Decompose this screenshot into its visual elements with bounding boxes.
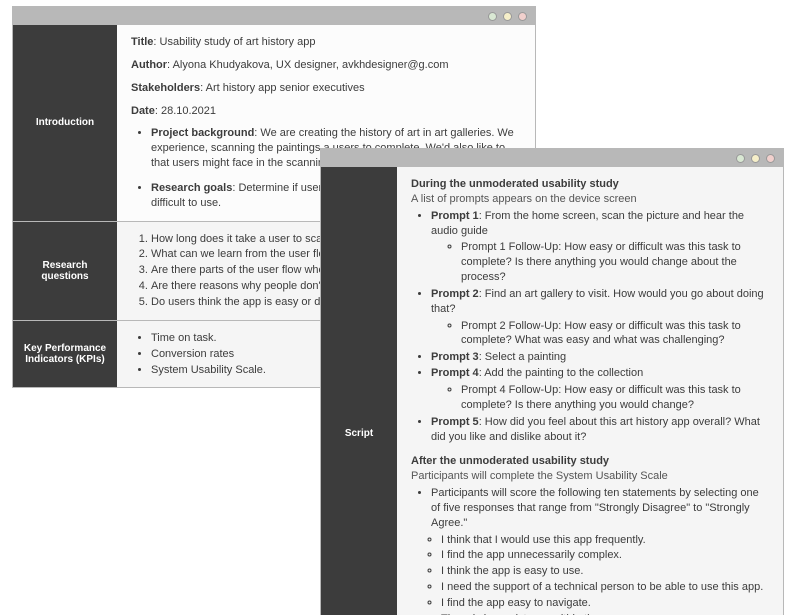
close-icon[interactable] (766, 154, 775, 163)
script-side-label: Script (321, 167, 397, 615)
script-window: Script During the unmoderated usability … (320, 148, 784, 615)
prompt-followup: Prompt 4 Follow-Up: How easy or difficul… (461, 383, 769, 413)
maximize-icon[interactable] (503, 12, 512, 21)
research-questions-side-label: Research questions (13, 222, 117, 320)
prompt-followup: Prompt 2 Follow-Up: How easy or difficul… (461, 319, 769, 349)
title-label: Title (131, 36, 153, 48)
author-label: Author (131, 59, 167, 71)
sus-statement: I think that I would use this app freque… (441, 533, 769, 548)
introduction-side-label: Introduction (13, 25, 117, 221)
prompt-item: Prompt 1: From the home screen, scan the… (431, 209, 769, 285)
sus-intro-list: Participants will score the following te… (431, 486, 769, 531)
sus-statements-list: I think that I would use this app freque… (441, 533, 769, 615)
author-value: Alyona Khudyakova, UX designer, avkhdesi… (173, 59, 449, 71)
sus-statement: I need the support of a technical person… (441, 580, 769, 595)
stakeholders-label: Stakeholders (131, 82, 200, 94)
close-icon[interactable] (518, 12, 527, 21)
prompt-item: Prompt 5: How did you feel about this ar… (431, 415, 769, 445)
sus-statement: I find the app unnecessarily complex. (441, 548, 769, 563)
during-heading: During the unmoderated usability study (411, 177, 769, 192)
after-subheading: Participants will complete the System Us… (411, 469, 769, 484)
prompt-followup: Prompt 1 Follow-Up: How easy or difficul… (461, 240, 769, 285)
prompt-item: Prompt 4: Add the painting to the collec… (431, 366, 769, 413)
prompt-item: Prompt 3: Select a painting (431, 350, 769, 365)
kpi-side-label: Key Performance Indicators (KPIs) (13, 321, 117, 388)
prompt-list: Prompt 1: From the home screen, scan the… (431, 209, 769, 445)
date-value: 28.10.2021 (161, 105, 216, 117)
prompt-item: Prompt 2: Find an art gallery to visit. … (431, 287, 769, 348)
stakeholders-value: Art history app senior executives (206, 82, 365, 94)
titlebar[interactable] (13, 7, 535, 25)
after-heading: After the unmoderated usability study (411, 454, 769, 469)
minimize-icon[interactable] (736, 154, 745, 163)
script-content: During the unmoderated usability study A… (397, 167, 783, 615)
titlebar[interactable] (321, 149, 783, 167)
sus-statement: I find the app easy to navigate. (441, 596, 769, 611)
sus-statement: I think the app is easy to use. (441, 564, 769, 579)
date-label: Date (131, 105, 155, 117)
maximize-icon[interactable] (751, 154, 760, 163)
title-value: Usability study of art history app (160, 36, 316, 48)
sus-intro: Participants will score the following te… (431, 486, 769, 531)
minimize-icon[interactable] (488, 12, 497, 21)
during-subheading: A list of prompts appears on the device … (411, 192, 769, 207)
